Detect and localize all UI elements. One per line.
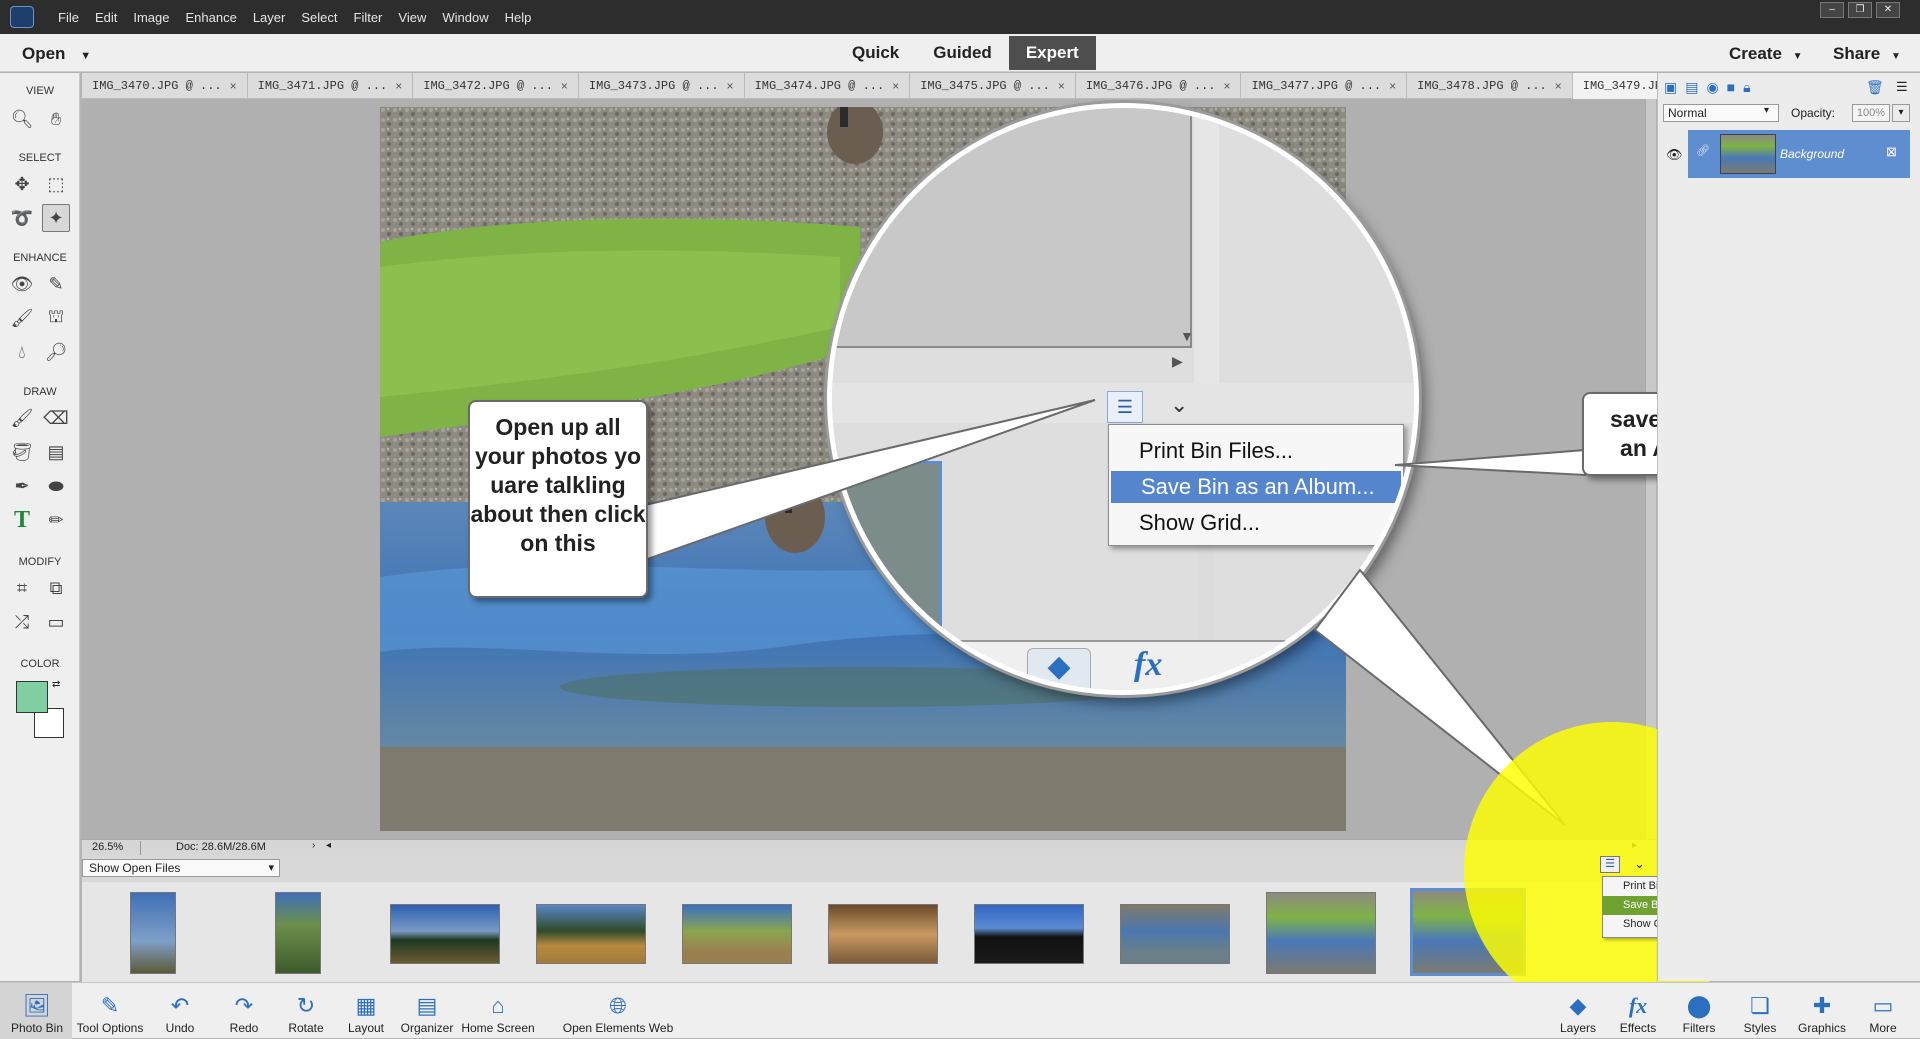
photo-bin-label: Photo Bin: [10, 1021, 64, 1035]
home-icon: ⌂: [491, 993, 505, 1018]
organizer-button[interactable]: ▤ Organizer: [398, 993, 456, 1035]
bottom-task-bar: 🖼︎ Photo Bin ✎ Tool Options ↶ Undo ↷ Redo ↻ R…: [0, 982, 1920, 1039]
chevron-down-icon[interactable]: ⌄: [1634, 856, 1645, 872]
status-divider: [140, 841, 141, 855]
bin-menu-button[interactable]: ☰: [1600, 856, 1620, 873]
bin-thumbnail[interactable]: [130, 892, 176, 974]
layout-label: Layout: [347, 1021, 385, 1035]
globe-icon: 🌐︎: [609, 993, 627, 1018]
styles-button[interactable]: ❏ Styles: [1735, 993, 1785, 1035]
layer-row-background[interactable]: 🔗︎ Background ⊠: [1688, 130, 1910, 178]
zoom-readout[interactable]: 26.5%: [92, 841, 123, 853]
bin-thumbnail[interactable]: [390, 904, 500, 964]
panel-menu-icon[interactable]: ☰: [1896, 79, 1908, 95]
rotate-button[interactable]: ↻ Rotate: [280, 993, 332, 1035]
undo-button[interactable]: ↶ Undo: [156, 993, 204, 1035]
opacity-input[interactable]: 100%: [1852, 104, 1890, 122]
rotate-label: Rotate: [288, 1021, 324, 1035]
bin-source-select[interactable]: Show Open Files: [82, 859, 280, 877]
filters-icon: ⬤: [1686, 993, 1712, 1018]
more-label: More: [1869, 1021, 1897, 1035]
layer-tool-icons[interactable]: ▣▤◉■🔒︎: [1664, 79, 1759, 96]
layout-button[interactable]: ▦ Layout: [342, 993, 390, 1035]
chevron-down-icon[interactable]: ▾: [1764, 105, 1769, 116]
graphics-button[interactable]: ✚ Graphics: [1794, 993, 1850, 1035]
effects-button[interactable]: fx Effects: [1613, 993, 1663, 1035]
home-screen-label: Home Screen: [461, 1021, 535, 1035]
opacity-label: Opacity:: [1791, 106, 1836, 120]
tool-options-icon: ✎: [100, 993, 120, 1018]
layers-icon: ◆: [1569, 993, 1587, 1018]
bin-thumbnail[interactable]: [974, 904, 1084, 964]
photo-bin-button[interactable]: 🖼︎ Photo Bin: [8, 993, 66, 1035]
photo-bin: [82, 882, 1656, 982]
layers-label: Layers: [1559, 1021, 1597, 1035]
redo-button[interactable]: ↷ Redo: [220, 993, 268, 1035]
redo-icon: ↷: [234, 993, 254, 1018]
effects-label: Effects: [1619, 1021, 1657, 1035]
bin-thumbnail[interactable]: [536, 904, 646, 964]
callout-left: Open up all your photos yo uare talkling…: [468, 400, 648, 598]
organizer-icon: ▤: [416, 993, 438, 1018]
layers-panel: ▣▤◉■🔒︎ 🗑︎ ☰: [1657, 73, 1920, 981]
chevron-down-icon[interactable]: ▾: [1892, 104, 1910, 122]
layer-locked-icon: ⊠: [1886, 144, 1897, 159]
bin-options-bar: [82, 855, 1656, 882]
filters-label: Filters: [1682, 1021, 1716, 1035]
bin-thumbnail[interactable]: [275, 892, 321, 974]
effects-icon: fx: [1628, 993, 1648, 1018]
layer-name: Background: [1780, 147, 1845, 161]
tool-options-label: Tool Options: [76, 1021, 144, 1035]
tool-options-button[interactable]: ✎ Tool Options: [72, 993, 148, 1035]
visibility-eye-icon[interactable]: 👁︎: [1666, 147, 1683, 163]
open-elements-web-button[interactable]: 🌐︎ Open Elements Web: [556, 993, 680, 1035]
chevron-right-icon[interactable]: ›: [312, 840, 315, 851]
styles-icon: ❏: [1750, 993, 1770, 1018]
undo-label: Undo: [165, 1021, 195, 1035]
undo-icon: ↶: [170, 993, 190, 1018]
bin-thumbnail[interactable]: [1120, 904, 1230, 964]
home-screen-button[interactable]: ⌂ Home Screen: [458, 993, 538, 1035]
layout-icon: ▦: [355, 993, 377, 1018]
doc-size: Doc: 28.6M/28.6M: [176, 841, 266, 853]
trash-icon[interactable]: 🗑︎: [1866, 79, 1884, 96]
bin-thumbnail[interactable]: [828, 904, 938, 964]
scroll-left-icon[interactable]: ◂: [326, 840, 331, 851]
rotate-icon: ↻: [296, 993, 316, 1018]
layer-lock-icon[interactable]: 🔗︎: [1696, 144, 1710, 157]
bin-thumbnail[interactable]: [682, 904, 792, 964]
photo-bin-icon: 🖼︎: [23, 993, 51, 1018]
graphics-label: Graphics: [1797, 1021, 1847, 1035]
layers-button[interactable]: ◆ Layers: [1553, 993, 1603, 1035]
status-bar: 26.5% Doc: 28.6M/28.6M › ◂ ▸: [82, 839, 1656, 855]
filters-button[interactable]: ⬤ Filters: [1674, 993, 1724, 1035]
graphics-icon: ✚: [1812, 993, 1832, 1018]
organizer-label: Organizer: [400, 1021, 454, 1035]
more-icon: ▭: [1872, 993, 1894, 1018]
bin-thumbnail[interactable]: [1266, 892, 1376, 974]
blend-mode-select[interactable]: Normal: [1663, 104, 1779, 122]
more-button[interactable]: ▭ More: [1858, 993, 1908, 1035]
open-elements-web-label: Open Elements Web: [562, 1021, 674, 1035]
redo-label: Redo: [229, 1021, 259, 1035]
layer-thumbnail: [1720, 134, 1776, 174]
styles-label: Styles: [1743, 1021, 1777, 1035]
